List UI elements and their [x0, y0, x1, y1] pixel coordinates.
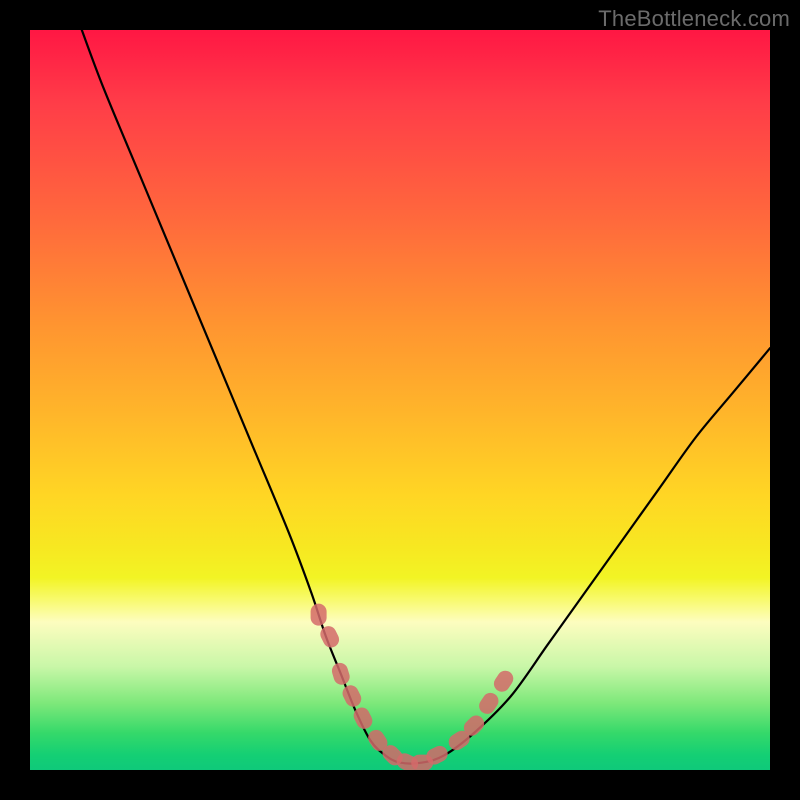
plot-area — [30, 30, 770, 770]
curve-marker — [491, 668, 517, 695]
curve-marker — [330, 661, 352, 687]
curve-marker — [318, 623, 342, 650]
watermark-text: TheBottleneck.com — [598, 6, 790, 32]
curve-layer — [30, 30, 770, 770]
marker-group — [311, 604, 517, 770]
curve-marker — [340, 683, 364, 710]
curve-marker — [311, 604, 327, 626]
curve-marker — [476, 690, 502, 717]
chart-frame: TheBottleneck.com — [0, 0, 800, 800]
bottleneck-curve — [82, 30, 770, 764]
